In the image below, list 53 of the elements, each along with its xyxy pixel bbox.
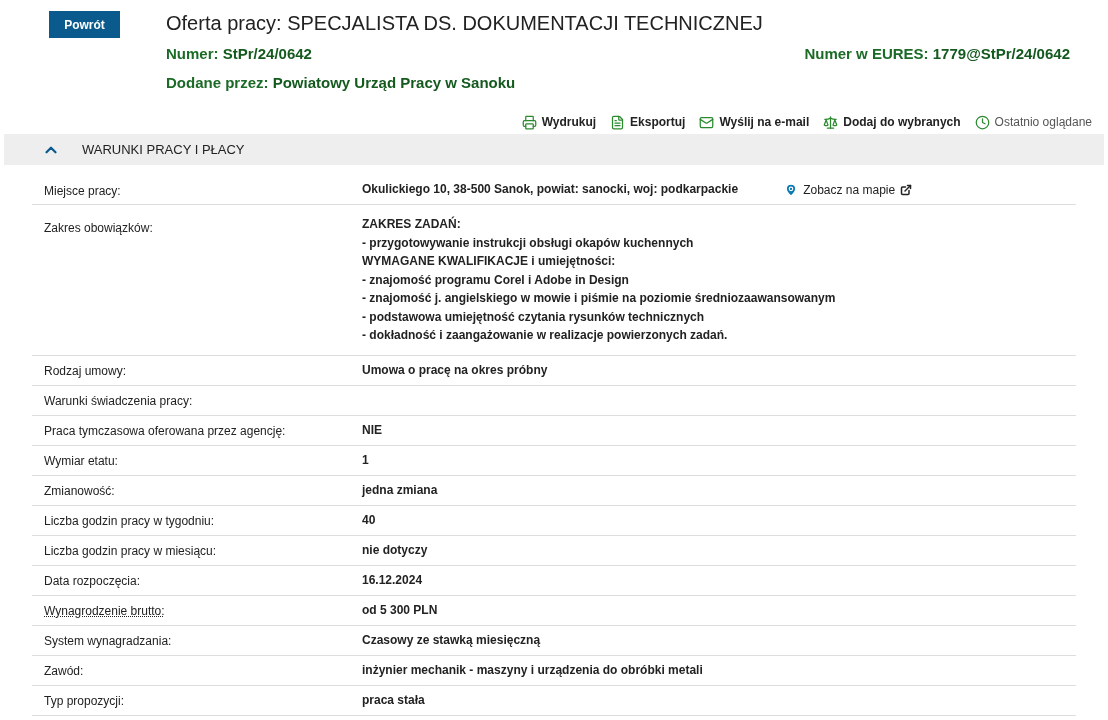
meta-text: Dodane przez: Powiatowy Urząd Pracy w Sanoku bbox=[166, 72, 517, 93]
page-title: Oferta pracy: SPECJALISTA DS. DOKUMENTACJI TECHNICZNEJ bbox=[166, 11, 764, 35]
section-header[interactable]: WARUNKI PRACY I PŁACY bbox=[4, 134, 1104, 165]
field-label: Wymiar etatu: bbox=[44, 454, 118, 468]
field-label[interactable]: Wynagrodzenie brutto: bbox=[44, 604, 165, 618]
field-label: Rodzaj umowy: bbox=[44, 364, 127, 378]
field-label: Zmianowość: bbox=[44, 484, 115, 498]
envelope-icon bbox=[699, 114, 715, 130]
field-value: Czasowy ze stawką miesięczną bbox=[362, 631, 541, 649]
field-label: Data rozpoczęcia: bbox=[44, 574, 141, 588]
field-label: Zakres obowiązków: bbox=[44, 221, 153, 235]
clock-icon bbox=[974, 114, 990, 130]
field-label: Warunki świadczenia pracy: bbox=[44, 394, 193, 408]
field-label: Miejsce pracy: bbox=[44, 183, 121, 198]
field-value: jedna zmiana bbox=[362, 481, 438, 499]
field-label: Zawód: bbox=[44, 664, 84, 678]
meta-text: Numer: StPr/24/0642 bbox=[166, 44, 312, 64]
external-link-icon bbox=[900, 183, 913, 196]
field-label: Typ propozycji: bbox=[44, 694, 125, 708]
field-value: WYMAGANE KWALIFIKACJE i umiejętności: bbox=[362, 253, 617, 270]
field-value: inżynier mechanik - maszyny i urządzenia do obróbki metali bbox=[362, 661, 703, 679]
scales-icon bbox=[823, 114, 839, 130]
field-value: od 5 300 PLN bbox=[362, 601, 438, 619]
field-value: nie dotyczy bbox=[362, 541, 428, 559]
field-value: - znajomość programu Corel i Adobe in Design bbox=[362, 271, 630, 289]
field-value: - podstawowa umiejętność czytania rysunków technicznych bbox=[362, 308, 706, 326]
field-label: Liczba godzin pracy w miesiącu: bbox=[44, 544, 217, 558]
action-link[interactable]: Wydrukuj bbox=[521, 113, 597, 131]
field-label: System wynagradzania: bbox=[44, 634, 172, 648]
action-link[interactable]: Eksportuj bbox=[610, 113, 686, 131]
field-value: - dokładność i zaangażowanie w realizacje powierzonych zadań. bbox=[362, 327, 729, 344]
map-pin-icon bbox=[784, 182, 799, 197]
action-link[interactable]: Wyślij na e-mail bbox=[699, 113, 810, 131]
field-value: - przygotowywanie instrukcji obsługi okapów kuchennych bbox=[362, 234, 695, 252]
pdf-file-icon bbox=[610, 114, 626, 130]
field-value: 16.12.2024 bbox=[362, 571, 423, 589]
field-value: 1 bbox=[362, 451, 369, 469]
field-value: - znajomość j. angielskiego w mowie i piśmie na poziomie średniozaawansowanym bbox=[362, 290, 836, 307]
field-label: Liczba godzin pracy w tygodniu: bbox=[44, 514, 215, 528]
field-value: praca stała bbox=[362, 691, 425, 709]
field-value: NIE bbox=[362, 421, 382, 439]
printer-icon bbox=[521, 114, 537, 130]
field-label: Praca tymczasowa oferowana przez agencję: bbox=[44, 424, 286, 438]
back-button[interactable]: Powrót bbox=[49, 11, 120, 38]
section-title: WARUNKI PRACY I PŁACY bbox=[82, 140, 245, 159]
action-link[interactable]: Dodaj do wybranych bbox=[823, 113, 961, 131]
action-link[interactable]: Ostatnio oglądane bbox=[974, 113, 1092, 131]
field-value: Okulickiego 10, 38-500 Sanok, powiat: sanocki, woj: podkarpackie bbox=[362, 181, 739, 199]
field-value: ZAKRES ZADAŃ: bbox=[362, 215, 462, 233]
map-link[interactable]: Zobacz na mapie bbox=[784, 180, 913, 199]
meta-text: Numer w EURES: 1779@StPr/24/0642 bbox=[804, 44, 1070, 64]
field-value: Umowa o pracę na okres próbny bbox=[362, 361, 548, 379]
field-value: 40 bbox=[362, 511, 376, 529]
